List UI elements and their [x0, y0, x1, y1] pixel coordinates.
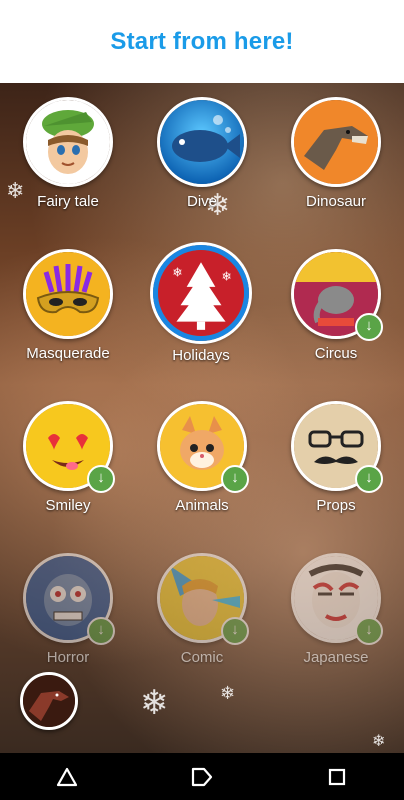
download-icon[interactable]: ↓: [221, 617, 249, 645]
mask-icon: [23, 249, 113, 339]
effect-fairy-tale[interactable]: Fairy tale: [13, 97, 123, 210]
effect-label: Holidays: [172, 347, 230, 364]
download-icon[interactable]: ↓: [355, 617, 383, 645]
home-button[interactable]: [172, 757, 232, 797]
camera-preview-background: ❄ ❄ ❄ ❄ ❄ Fairy tale Dive Dinosaur Masqu…: [0, 83, 404, 753]
effect-label: Masquerade: [26, 345, 110, 362]
effect-label: Circus: [314, 345, 358, 362]
svg-text:❄: ❄: [221, 270, 231, 284]
effect-dinosaur[interactable]: Dinosaur: [281, 97, 391, 210]
christmas-tree-icon: ❄ ❄: [153, 245, 249, 341]
recents-square-icon: [328, 768, 345, 785]
dinosaur-icon: [291, 97, 381, 187]
effect-label: Animals: [175, 497, 229, 514]
effect-dive[interactable]: Dive: [147, 97, 257, 210]
recents-button[interactable]: [307, 757, 367, 797]
download-icon[interactable]: ↓: [355, 313, 383, 341]
system-navigation-bar: [0, 753, 404, 800]
effect-japanese[interactable]: ↓ Japanese: [281, 553, 391, 666]
effect-label: Horror: [46, 649, 90, 666]
effect-label: Japanese: [303, 649, 369, 666]
home-icon: [191, 767, 213, 786]
download-icon[interactable]: ↓: [87, 617, 115, 645]
back-triangle-icon: [57, 767, 78, 786]
current-effect-button[interactable]: [20, 672, 78, 730]
effect-holidays[interactable]: ❄ ❄ Holidays: [146, 245, 256, 364]
effect-masquerade[interactable]: Masquerade: [13, 249, 123, 362]
effect-label: Comic: [180, 649, 224, 666]
effect-comic[interactable]: ↓ Comic: [147, 553, 257, 666]
effect-label: Props: [316, 497, 356, 514]
download-icon[interactable]: ↓: [221, 465, 249, 493]
effects-grid: Fairy tale Dive Dinosaur Masquerade ❄ ❄ …: [0, 83, 404, 753]
effect-label: Smiley: [45, 497, 91, 514]
download-icon[interactable]: ↓: [355, 465, 383, 493]
fish-icon: [157, 97, 247, 187]
effect-horror[interactable]: ↓ Horror: [13, 553, 123, 666]
page-title: Start from here!: [110, 27, 294, 55]
effect-label: Dinosaur: [305, 193, 367, 210]
dinosaur-icon: [23, 675, 75, 727]
header-bar: Start from here!: [0, 0, 404, 83]
effect-smiley[interactable]: ↓ Smiley: [13, 401, 123, 514]
effect-props[interactable]: ↓ Props: [281, 401, 391, 514]
elf-face-icon: [23, 97, 113, 187]
effect-circus[interactable]: ↓ Circus: [281, 249, 391, 362]
back-button[interactable]: [37, 757, 97, 797]
effect-animals[interactable]: ↓ Animals: [147, 401, 257, 514]
effect-label: Fairy tale: [37, 193, 99, 210]
effect-label: Dive: [186, 193, 217, 210]
download-icon[interactable]: ↓: [87, 465, 115, 493]
svg-text:❄: ❄: [172, 266, 182, 280]
